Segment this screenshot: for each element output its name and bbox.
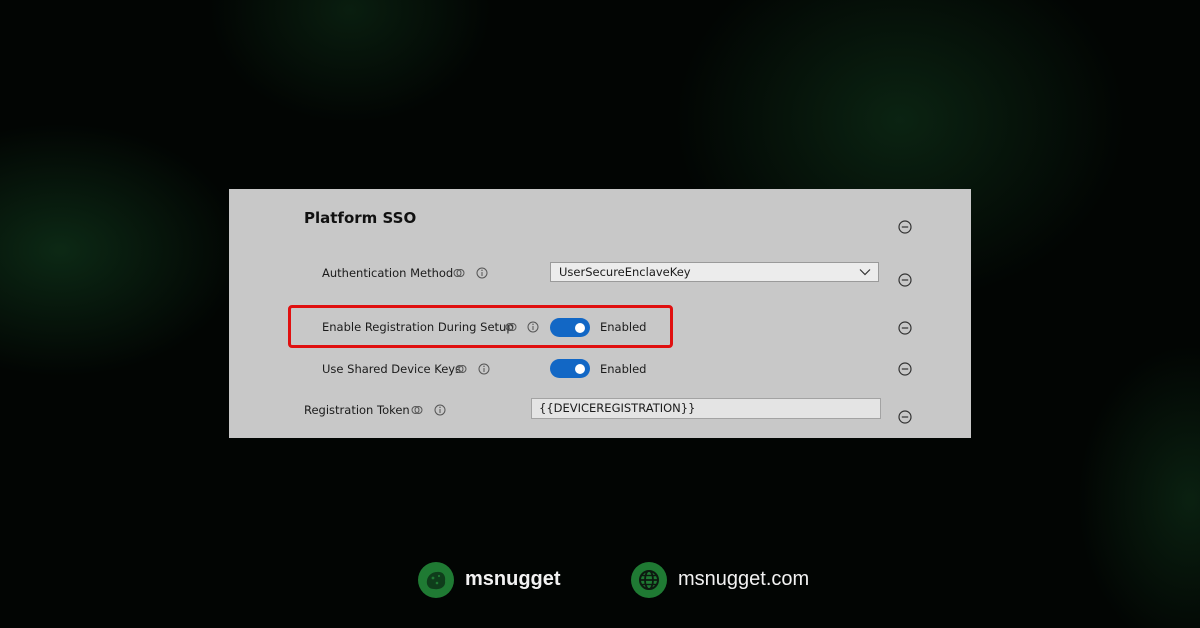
settings-catalog-icon — [453, 267, 465, 279]
info-icon[interactable] — [434, 404, 446, 416]
section-title: Platform SSO — [304, 209, 417, 227]
settings-catalog-icon — [411, 404, 423, 416]
registration-token-label: Registration Token — [304, 403, 410, 417]
shared-device-keys-state: Enabled — [600, 362, 647, 376]
remove-auth-method-icon[interactable] — [898, 273, 912, 287]
chevron-down-icon — [859, 266, 871, 280]
nugget-logo-icon — [418, 562, 454, 598]
info-icon[interactable] — [476, 267, 488, 279]
registration-token-field[interactable]: {{DEVICEREGISTRATION}} — [531, 398, 881, 419]
shared-device-keys-label: Use Shared Device Keys — [322, 362, 462, 376]
registration-token-value: {{DEVICEREGISTRATION}} — [539, 401, 696, 415]
remove-enable-registration-icon[interactable] — [898, 321, 912, 335]
settings-catalog-icon — [455, 363, 467, 375]
globe-icon — [631, 562, 667, 598]
remove-section-icon[interactable] — [898, 220, 912, 234]
auth-method-label: Authentication Method — [322, 266, 454, 280]
toggle-knob — [575, 363, 585, 374]
info-icon[interactable] — [478, 363, 490, 375]
shared-device-keys-toggle[interactable] — [550, 359, 590, 378]
remove-registration-token-icon[interactable] — [898, 410, 912, 424]
remove-shared-device-keys-icon[interactable] — [898, 362, 912, 376]
website-link[interactable]: msnugget.com — [678, 568, 809, 591]
auth-method-dropdown[interactable]: UserSecureEnclaveKey — [550, 262, 879, 282]
highlight-box — [288, 305, 673, 348]
auth-method-value: UserSecureEnclaveKey — [559, 265, 691, 279]
brand-name: msnugget — [465, 568, 561, 590]
